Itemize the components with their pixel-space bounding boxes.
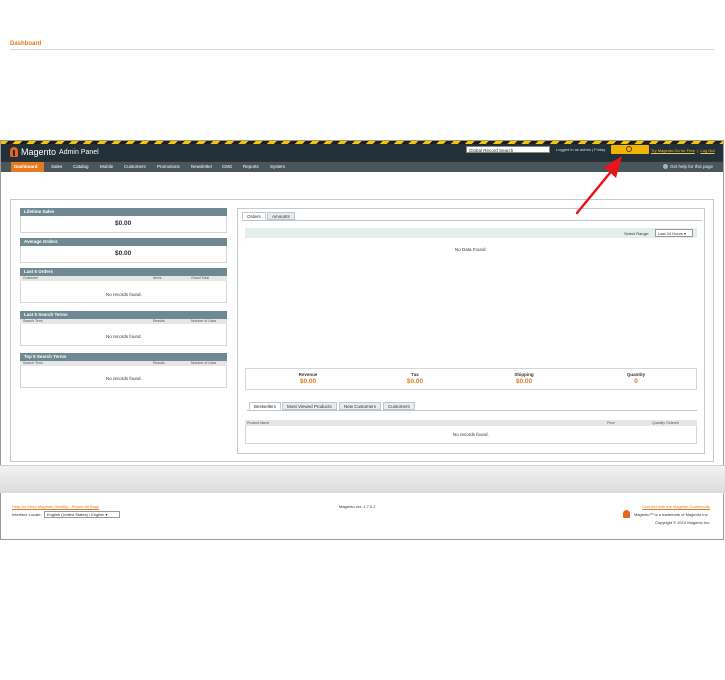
annotation-arrow-icon — [575, 156, 622, 215]
